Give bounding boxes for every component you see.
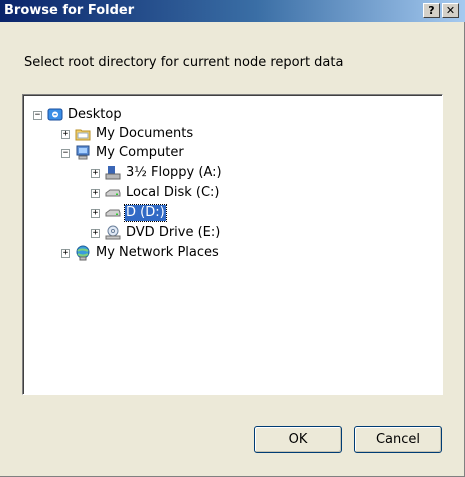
computer-icon <box>75 145 91 161</box>
expand-icon[interactable]: + <box>61 129 70 139</box>
folder-icon <box>75 126 91 142</box>
tree-item-local-disk-c[interactable]: + Local Disk (C:) <box>91 184 220 202</box>
help-button[interactable]: ? <box>423 3 440 18</box>
floppy-icon <box>105 165 121 181</box>
prompt-text: Select root directory for current node r… <box>24 55 344 70</box>
window-title: Browse for Folder <box>4 3 135 18</box>
title-bar[interactable]: Browse for Folder ? ✕ <box>0 0 465 22</box>
collapse-icon[interactable]: − <box>33 110 42 120</box>
tree-item-label: My Computer <box>96 145 184 160</box>
ok-button[interactable]: OK <box>254 426 342 453</box>
expand-icon[interactable]: + <box>91 168 100 178</box>
collapse-icon[interactable]: − <box>61 148 70 158</box>
tree-item-label: D (D:) <box>124 204 167 222</box>
expand-icon[interactable]: + <box>91 208 100 218</box>
tree-item-label: My Documents <box>96 126 194 141</box>
tree-item-label: 3½ Floppy (A:) <box>126 165 222 180</box>
tree-item-my-network-places[interactable]: + My Network Places <box>61 244 220 262</box>
tree-item-desktop[interactable]: − Desktop <box>33 106 123 124</box>
tree-item-my-documents[interactable]: + My Documents <box>61 125 194 143</box>
browse-for-folder-dialog: Browse for Folder ? ✕ Select root direct… <box>0 0 465 477</box>
drive-icon <box>105 205 121 221</box>
tree-item-d-drive[interactable]: + D (D:) <box>91 204 167 222</box>
cancel-button[interactable]: Cancel <box>354 426 442 453</box>
network-icon <box>75 245 91 261</box>
desktop-icon <box>47 107 63 123</box>
folder-tree[interactable]: − Desktop + My Documents − My Computer + <box>22 94 443 395</box>
drive-icon <box>105 185 121 201</box>
tree-item-label: My Network Places <box>96 245 219 260</box>
expand-icon[interactable]: + <box>91 228 100 238</box>
expand-icon[interactable]: + <box>61 248 70 258</box>
expand-icon[interactable]: + <box>91 188 100 198</box>
tree-item-dvd-drive[interactable]: + DVD Drive (E:) <box>91 224 221 242</box>
tree-item-label: Local Disk (C:) <box>126 185 220 200</box>
dvd-icon <box>105 225 121 241</box>
tree-item-label: DVD Drive (E:) <box>126 225 221 240</box>
tree-item-label: Desktop <box>68 107 122 122</box>
tree-item-my-computer[interactable]: − My Computer <box>61 144 185 162</box>
tree-item-floppy[interactable]: + 3½ Floppy (A:) <box>91 164 223 182</box>
close-button[interactable]: ✕ <box>442 3 459 18</box>
